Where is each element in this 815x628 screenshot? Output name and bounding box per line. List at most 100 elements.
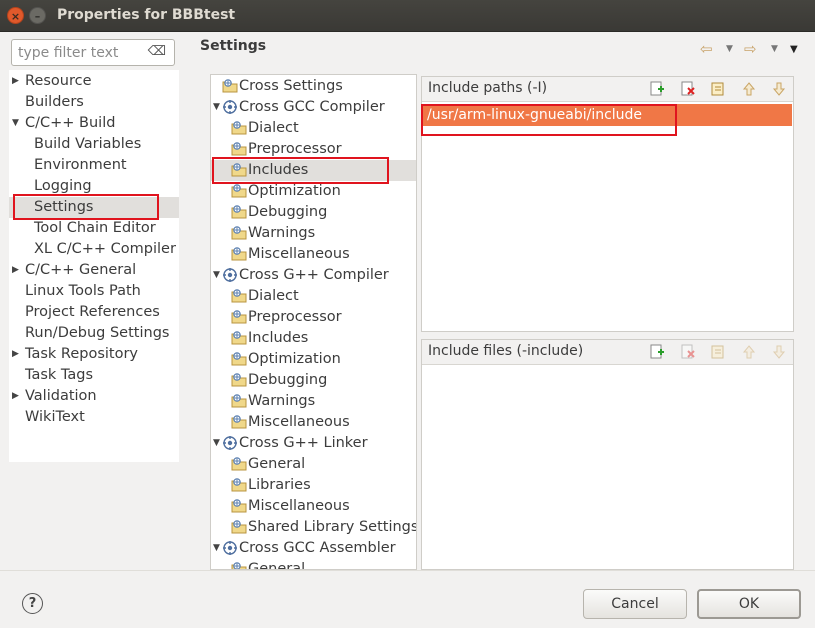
- tool-option[interactable]: General: [211, 454, 416, 475]
- nav-item[interactable]: Task Tags: [9, 365, 179, 386]
- delete-icon[interactable]: [680, 344, 696, 360]
- tool-option[interactable]: Warnings: [211, 223, 416, 244]
- help-icon[interactable]: ?: [22, 593, 43, 614]
- tree-item-label: Cross GCC Assembler: [239, 540, 396, 556]
- edit-icon[interactable]: [710, 81, 726, 97]
- nav-item[interactable]: Tool Chain Editor: [9, 218, 179, 239]
- collapsed-arrow-icon[interactable]: ▶: [12, 71, 19, 92]
- nav-item[interactable]: Build Variables: [9, 134, 179, 155]
- forward-arrow-icon[interactable]: ⇨: [744, 40, 757, 58]
- nav-item[interactable]: ▶ Resource: [9, 71, 179, 92]
- include-paths-title: Include paths (-I): [428, 80, 548, 96]
- move-down-icon[interactable]: [771, 81, 787, 97]
- add-icon[interactable]: [649, 81, 665, 97]
- expanded-arrow-icon[interactable]: ▼: [213, 538, 220, 559]
- tool-option[interactable]: Preprocessor: [211, 307, 416, 328]
- tree-item-label: Libraries: [248, 477, 311, 493]
- nav-item[interactable]: ▶ C/C++ General: [9, 260, 179, 281]
- nav-item[interactable]: ▶ Validation: [9, 386, 179, 407]
- nav-item-label: Builders: [25, 94, 84, 110]
- nav-item[interactable]: WikiText: [9, 407, 179, 428]
- tool-option[interactable]: Shared Library Settings: [211, 517, 417, 538]
- tool-option[interactable]: Dialect: [211, 286, 416, 307]
- nav-item[interactable]: Run/Debug Settings: [9, 323, 179, 344]
- settings-folder-icon: [231, 517, 249, 538]
- nav-item-label: Linux Tools Path: [25, 283, 141, 299]
- nav-item[interactable]: Linux Tools Path: [9, 281, 179, 302]
- settings-folder-icon: [231, 454, 249, 475]
- tool-option[interactable]: General: [211, 559, 416, 569]
- tool-option[interactable]: Warnings: [211, 391, 416, 412]
- filter-box: ⌫: [11, 39, 175, 66]
- tool-option[interactable]: Optimization: [211, 349, 416, 370]
- tree-item-label: Shared Library Settings: [248, 519, 417, 535]
- nav-item[interactable]: Environment: [9, 155, 179, 176]
- expanded-arrow-icon[interactable]: ▼: [213, 433, 220, 454]
- nav-item[interactable]: ▼ C/C++ Build: [9, 113, 179, 134]
- close-window-button[interactable]: ×: [7, 7, 24, 24]
- tool-option[interactable]: Dialect: [211, 118, 416, 139]
- left-nav-pane: ⌫ ▶ Resource Builders ▼ C/C++ Build Build Var…: [3, 32, 186, 570]
- tool-group[interactable]: ▼ Cross G++ Compiler: [211, 265, 416, 286]
- history-nav: ⇦ ▼ ⇨ ▼ ▼: [700, 40, 810, 60]
- include-files-toolbar: [639, 344, 787, 360]
- back-arrow-icon[interactable]: ⇦: [700, 40, 713, 58]
- tool-gear-icon: [222, 265, 240, 286]
- tree-item-label: Includes: [248, 330, 309, 346]
- nav-item[interactable]: Builders: [9, 92, 179, 113]
- tool-option[interactable]: Miscellaneous: [211, 412, 416, 433]
- tool-option[interactable]: Cross Settings: [211, 76, 416, 97]
- clear-filter-icon[interactable]: ⌫: [148, 44, 166, 59]
- settings-folder-icon: [231, 475, 249, 496]
- collapsed-arrow-icon[interactable]: ▶: [12, 386, 19, 407]
- tool-group[interactable]: ▼ Cross GCC Compiler: [211, 97, 416, 118]
- tool-option[interactable]: Includes: [211, 328, 416, 349]
- tool-group[interactable]: ▼ Cross GCC Assembler: [211, 538, 416, 559]
- tree-item-label: Optimization: [248, 351, 341, 367]
- tree-item-label: Miscellaneous: [248, 414, 350, 430]
- cancel-button[interactable]: Cancel: [583, 589, 687, 619]
- tree-item-label: Cross G++ Linker: [239, 435, 368, 451]
- filter-input[interactable]: [18, 43, 143, 63]
- expanded-arrow-icon[interactable]: ▼: [213, 265, 220, 286]
- forward-dropdown-icon[interactable]: ▼: [771, 44, 778, 54]
- tool-option[interactable]: Debugging: [211, 202, 416, 223]
- add-icon[interactable]: [649, 344, 665, 360]
- nav-item[interactable]: XL C/C++ Compiler: [9, 239, 179, 260]
- tool-option[interactable]: Miscellaneous: [211, 244, 416, 265]
- move-down-icon[interactable]: [771, 344, 787, 360]
- ok-button[interactable]: OK: [697, 589, 801, 619]
- view-menu-icon[interactable]: ▼: [790, 44, 798, 55]
- nav-item[interactable]: Project References: [9, 302, 179, 323]
- settings-folder-icon: [231, 202, 249, 223]
- tool-option[interactable]: Optimization: [211, 181, 416, 202]
- collapsed-arrow-icon[interactable]: ▶: [12, 344, 19, 365]
- tree-item-label: Dialect: [248, 288, 299, 304]
- tool-gear-icon: [222, 97, 240, 118]
- tool-gear-icon: [222, 433, 240, 454]
- edit-icon[interactable]: [710, 344, 726, 360]
- move-up-icon[interactable]: [741, 344, 757, 360]
- properties-nav-list: ▶ Resource Builders ▼ C/C++ Build Build Varia…: [9, 70, 179, 462]
- tool-group[interactable]: ▼ Cross G++ Linker: [211, 433, 416, 454]
- collapsed-arrow-icon[interactable]: ▶: [12, 260, 19, 281]
- tree-item-label: Optimization: [248, 183, 341, 199]
- nav-item-label: Tool Chain Editor: [34, 220, 156, 236]
- settings-folder-icon: [231, 307, 249, 328]
- tool-option[interactable]: Miscellaneous: [211, 496, 416, 517]
- tree-item-label: Cross GCC Compiler: [239, 99, 385, 115]
- tool-settings-tree: Cross Settings ▼ Cross GCC Compiler Dialect…: [210, 74, 417, 570]
- tool-option[interactable]: Debugging: [211, 370, 416, 391]
- tree-item-label: Preprocessor: [248, 309, 342, 325]
- expanded-arrow-icon[interactable]: ▼: [213, 97, 220, 118]
- tree-item-label: Cross Settings: [239, 78, 343, 94]
- expanded-arrow-icon[interactable]: ▼: [12, 113, 19, 134]
- nav-item-label: Task Repository: [25, 346, 139, 362]
- delete-icon[interactable]: [680, 81, 696, 97]
- page-title: Settings: [200, 38, 267, 54]
- back-dropdown-icon[interactable]: ▼: [726, 44, 733, 54]
- move-up-icon[interactable]: [741, 81, 757, 97]
- tool-option[interactable]: Libraries: [211, 475, 416, 496]
- minimize-window-button[interactable]: –: [29, 7, 46, 24]
- nav-item[interactable]: ▶ Task Repository: [9, 344, 179, 365]
